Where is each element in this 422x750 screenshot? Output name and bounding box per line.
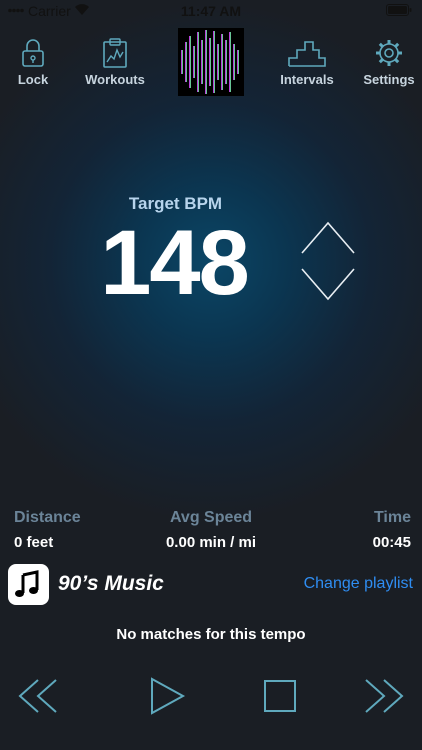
nav-lock-label: Lock — [17, 72, 49, 87]
nav-intervals[interactable]: Intervals — [278, 38, 336, 87]
playlist-name: 90’s Music — [58, 572, 164, 595]
distance-label: Distance — [14, 509, 81, 526]
nav-settings-label: Settings — [363, 72, 415, 87]
avg-speed-label: Avg Speed — [169, 509, 253, 526]
bpm-increase-arrow-icon[interactable] — [298, 217, 358, 257]
nav-settings[interactable]: Settings — [362, 38, 416, 87]
stop-icon[interactable] — [262, 676, 298, 716]
fast-forward-icon[interactable] — [360, 676, 406, 716]
lock-icon — [22, 39, 44, 67]
rewind-icon[interactable] — [16, 676, 62, 716]
match-status-text: No matches for this tempo — [116, 626, 306, 643]
time-value: 00:45 — [372, 534, 411, 551]
nav-workouts[interactable]: Workouts — [84, 38, 146, 87]
equalizer-spectrum-icon[interactable] — [178, 28, 244, 96]
bpm-decrease-arrow-icon[interactable] — [298, 265, 358, 305]
battery-icon — [386, 4, 412, 16]
nav-lock[interactable]: Lock — [14, 38, 52, 87]
status-bar: Carrier 11:47 AM — [0, 0, 422, 22]
music-note-icon[interactable] — [8, 564, 49, 605]
distance-value: 0 feet — [14, 534, 54, 551]
nav-intervals-label: Intervals — [280, 72, 334, 87]
avg-speed-value: 0.00 min / mi — [165, 534, 257, 551]
change-playlist-button[interactable]: Change playlist — [304, 575, 413, 593]
time-label: Time — [373, 509, 411, 526]
gear-icon — [376, 40, 402, 66]
nav-workouts-label: Workouts — [85, 72, 145, 87]
clipboard-chart-icon — [103, 38, 127, 68]
target-bpm-label: Target BPM — [128, 194, 223, 213]
status-time: 11:47 AM — [180, 3, 242, 19]
bpm-value: 148 — [100, 212, 250, 314]
stairs-icon — [288, 41, 326, 67]
play-icon[interactable] — [147, 676, 187, 716]
